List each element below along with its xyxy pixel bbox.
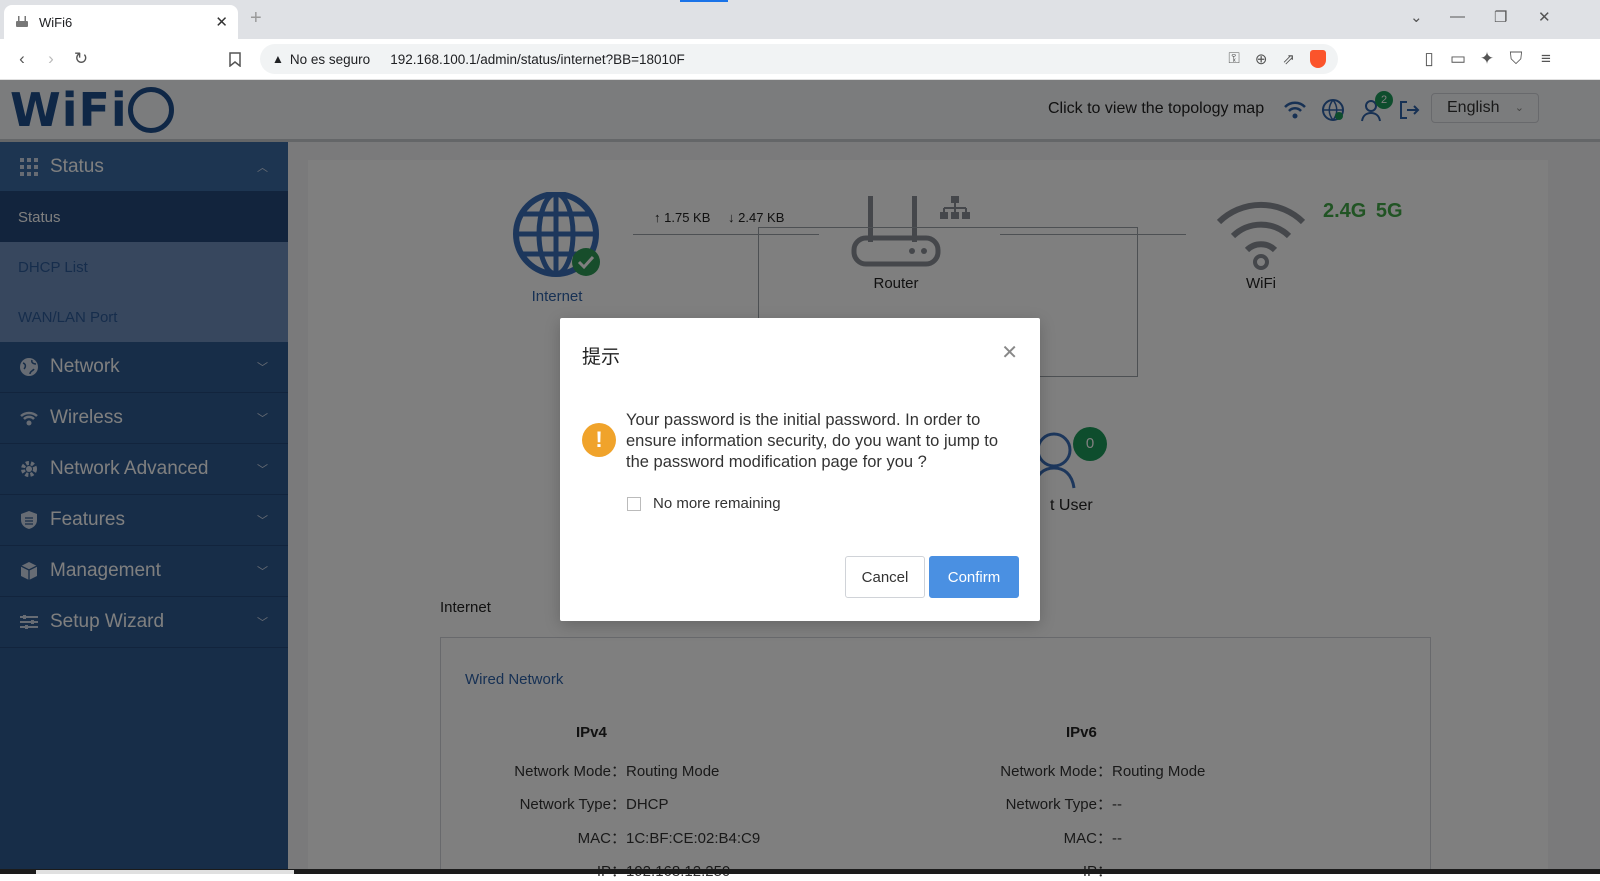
key-icon[interactable]: ⚿ — [1228, 50, 1239, 68]
menu-icon[interactable]: ≡ — [1535, 48, 1557, 70]
close-window-icon[interactable]: ✕ — [1538, 8, 1551, 26]
bookmark-icon[interactable] — [224, 48, 246, 70]
password-warning-dialog: 提示 ✕ ! Your password is the initial pass… — [560, 318, 1040, 621]
warning-icon: ! — [582, 423, 616, 457]
sidebar-toggle-icon[interactable]: ▯ — [1418, 48, 1440, 70]
wallet-icon[interactable]: ▭ — [1447, 48, 1469, 70]
tab-close-icon[interactable]: ✕ — [215, 13, 228, 31]
tab-search-chevron-icon[interactable]: ⌄ — [1410, 8, 1423, 26]
dialog-message: Your password is the initial password. I… — [626, 411, 999, 471]
restore-icon[interactable]: ❐ — [1494, 8, 1507, 26]
close-icon[interactable]: ✕ — [1001, 340, 1018, 365]
taskbar-strip — [0, 869, 1600, 874]
confirm-button[interactable]: Confirm — [929, 556, 1019, 598]
minimize-icon[interactable]: — — [1450, 8, 1465, 25]
vpn-icon[interactable]: ⛉ — [1505, 48, 1527, 70]
tab-title: WiFi6 — [39, 14, 73, 30]
reload-icon[interactable]: ↻ — [70, 48, 92, 70]
address-bar[interactable]: ▲ No es seguro 192.168.100.1/admin/statu… — [260, 44, 1338, 74]
dialog-title: 提示 — [582, 347, 621, 368]
brave-shield-icon[interactable] — [1310, 50, 1326, 68]
cancel-button[interactable]: Cancel — [845, 556, 925, 598]
security-label[interactable]: No es seguro — [290, 52, 370, 67]
taskbar-window[interactable] — [36, 870, 294, 874]
leo-ai-icon[interactable]: ✦ — [1476, 48, 1498, 70]
checkbox-label: No more remaining — [653, 495, 781, 512]
zoom-icon[interactable]: ⊕ — [1255, 50, 1268, 68]
back-icon[interactable]: ‹ — [11, 48, 33, 70]
url-text: 192.168.100.1/admin/status/internet?BB=1… — [390, 51, 685, 67]
forward-icon[interactable]: › — [40, 48, 62, 70]
new-tab-button[interactable]: + — [250, 7, 262, 30]
router-favicon-icon — [16, 16, 28, 27]
no-more-reminder-checkbox[interactable]: No more remaining — [627, 495, 781, 512]
browser-tab[interactable]: WiFi6 ✕ — [4, 5, 238, 39]
warning-icon: ▲ — [272, 52, 284, 66]
tab-loading-indicator — [680, 0, 728, 2]
checkbox-box[interactable] — [627, 496, 641, 511]
browser-tab-bar: WiFi6 ✕ + ⌄ — ❐ ✕ — [0, 0, 1600, 39]
browser-toolbar: ‹ › ↻ ▲ No es seguro 192.168.100.1/admin… — [0, 39, 1600, 80]
share-icon[interactable]: ⇗ — [1282, 50, 1295, 68]
